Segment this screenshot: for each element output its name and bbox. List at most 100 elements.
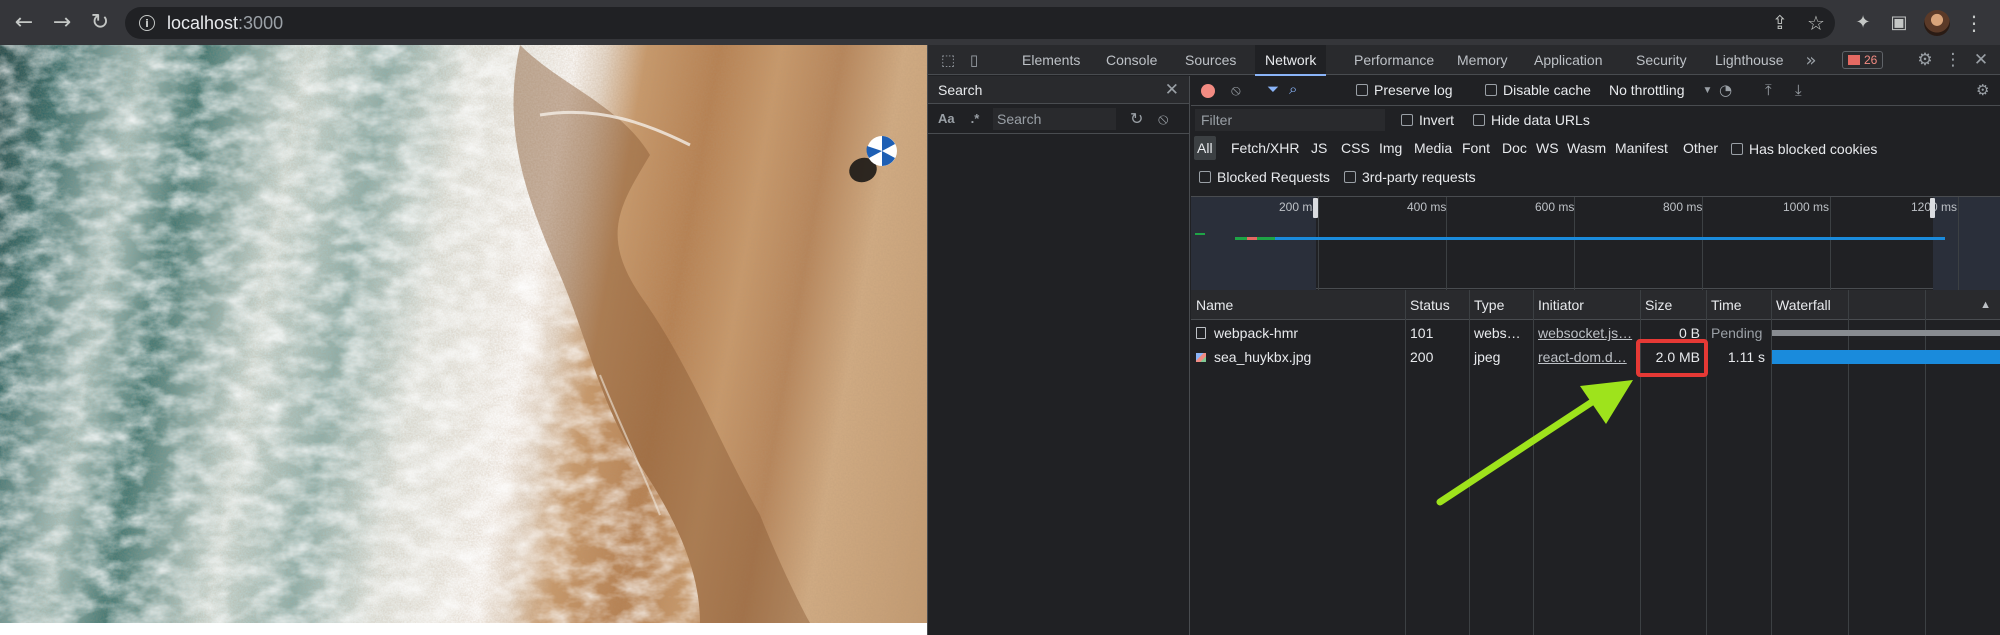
type-filter-img[interactable]: Img	[1376, 136, 1405, 160]
devtools-tabbar: ⬚ ▯ Elements Console Sources Network Per…	[928, 45, 2000, 76]
extensions-icon[interactable]: ✦	[1845, 0, 1881, 45]
type-filter-js[interactable]: JS	[1308, 136, 1330, 160]
type-filter-other[interactable]: Other	[1680, 136, 1721, 160]
request-name-cell[interactable]: sea_huykbx.jpg	[1191, 345, 1405, 369]
table-row[interactable]: sea_huykbx.jpg 200 jpeg react-dom.d… 2.0…	[1191, 345, 2000, 369]
inspect-element-icon[interactable]: ⬚	[938, 45, 958, 75]
match-case-toggle[interactable]: Aa	[938, 111, 955, 126]
hide-data-urls-checkbox[interactable]: Hide data URLs	[1473, 112, 1590, 128]
throttling-select[interactable]: No throttling ▼	[1609, 82, 1712, 98]
clear-search-icon[interactable]: ⦸	[1158, 109, 1168, 129]
customize-dots-icon[interactable]: ⋮	[1943, 45, 1963, 75]
waterfall-bar-pending	[1772, 330, 2000, 336]
has-blocked-cookies-checkbox[interactable]: Has blocked cookies	[1731, 141, 1877, 157]
blocked-requests-checkbox[interactable]: Blocked Requests	[1199, 169, 1330, 185]
type-filter-css[interactable]: CSS	[1338, 136, 1373, 160]
overview-image-bar	[1275, 237, 1945, 240]
side-panel-icon[interactable]: ▣	[1881, 0, 1917, 45]
has-blocked-cookies-box[interactable]	[1731, 143, 1743, 155]
overview-left-handle[interactable]	[1313, 198, 1318, 218]
tab-security[interactable]: Security	[1626, 45, 1697, 75]
tab-elements[interactable]: Elements	[1012, 45, 1090, 75]
tab-sources[interactable]: Sources	[1175, 45, 1246, 75]
more-tabs-icon[interactable]: »	[1801, 45, 1821, 75]
regex-toggle[interactable]: .*	[971, 111, 980, 126]
share-icon[interactable]: ⇪	[1762, 0, 1798, 45]
overview-tick: 600 ms	[1535, 200, 1575, 214]
tab-lighthouse[interactable]: Lighthouse	[1705, 45, 1794, 75]
browser-toolbar: ← → ↻ i localhost:3000 ⇪ ☆ ✦ ▣ ⋮	[0, 0, 2000, 45]
col-waterfall-header[interactable]: Waterfall ▲	[1771, 290, 2000, 320]
url-host: localhost	[167, 12, 239, 33]
device-toolbar-icon[interactable]: ▯	[964, 45, 984, 75]
preserve-log-box[interactable]	[1356, 84, 1368, 96]
network-settings-icon[interactable]: ⚙	[1976, 81, 1989, 99]
col-type-header[interactable]: Type	[1469, 290, 1533, 320]
invert-label: Invert	[1419, 112, 1455, 128]
invert-checkbox[interactable]: Invert	[1401, 112, 1454, 128]
type-filter-doc[interactable]: Doc	[1499, 136, 1530, 160]
col-status-header[interactable]: Status	[1405, 290, 1469, 320]
request-initiator-link[interactable]: websocket.js…	[1533, 321, 1640, 345]
request-name: webpack-hmr	[1214, 325, 1299, 341]
tab-memory[interactable]: Memory	[1447, 45, 1518, 75]
request-initiator-link[interactable]: react-dom.d…	[1533, 345, 1640, 369]
third-party-checkbox[interactable]: 3rd-party requests	[1344, 169, 1476, 185]
menu-dots-icon[interactable]: ⋮	[1956, 0, 1992, 45]
filter-funnel-icon[interactable]: ⏷	[1267, 80, 1279, 98]
tab-network[interactable]: Network	[1255, 45, 1327, 76]
close-search-icon[interactable]: ✕	[1165, 80, 1179, 100]
clear-icon[interactable]: ⦸	[1231, 81, 1241, 99]
table-row[interactable]: webpack-hmr 101 webs… websocket.js… 0 B …	[1191, 321, 2000, 345]
info-icon[interactable]: i	[139, 15, 155, 31]
type-filter-manifest[interactable]: Manifest	[1612, 136, 1671, 160]
search-input[interactable]	[993, 108, 1116, 130]
preserve-log-checkbox[interactable]: Preserve log	[1356, 82, 1453, 98]
third-party-label: 3rd-party requests	[1362, 169, 1476, 185]
close-devtools-icon[interactable]: ✕	[1971, 45, 1991, 75]
disable-cache-box[interactable]	[1485, 84, 1497, 96]
import-har-icon[interactable]: ⤒	[1765, 81, 1772, 99]
type-filter-wasm[interactable]: Wasm	[1564, 136, 1609, 160]
hide-data-urls-box[interactable]	[1473, 114, 1485, 126]
overview-right-handle[interactable]	[1930, 198, 1935, 218]
error-count: 26	[1864, 53, 1878, 67]
type-filter-media[interactable]: Media	[1411, 136, 1455, 160]
tab-console[interactable]: Console	[1096, 45, 1167, 75]
star-icon[interactable]: ☆	[1798, 0, 1834, 45]
disable-cache-checkbox[interactable]: Disable cache	[1485, 82, 1591, 98]
type-filter-font[interactable]: Font	[1459, 136, 1493, 160]
col-initiator-header[interactable]: Initiator	[1533, 290, 1640, 320]
back-arrow-icon[interactable]: ←	[6, 0, 42, 45]
forward-arrow-icon[interactable]: →	[44, 0, 80, 45]
filter-input[interactable]	[1195, 109, 1385, 131]
record-button[interactable]	[1201, 84, 1215, 98]
tab-performance[interactable]: Performance	[1344, 45, 1444, 75]
col-time-header[interactable]: Time	[1706, 290, 1771, 320]
address-bar[interactable]: i localhost:3000	[125, 7, 1835, 39]
export-har-icon[interactable]: ⤓	[1795, 81, 1802, 99]
network-toolbar: ⦸ ⏷ ⌕ Preserve log Disable cache No thro…	[1191, 76, 2000, 106]
annotation-arrow	[1436, 380, 1633, 506]
type-filter-fetch-xhr[interactable]: Fetch/XHR	[1228, 136, 1302, 160]
filter-row: Invert Hide data URLs	[1191, 106, 2000, 134]
error-count-badge[interactable]: 26	[1842, 51, 1884, 69]
search-magnifier-icon[interactable]: ⌕	[1289, 80, 1297, 98]
third-party-box[interactable]	[1344, 171, 1356, 183]
url-text: localhost:3000	[167, 13, 283, 34]
network-overview[interactable]: 200 ms 400 ms 600 ms 800 ms 1000 ms 1200…	[1191, 196, 2000, 290]
blocked-requests-box[interactable]	[1199, 171, 1211, 183]
refresh-search-icon[interactable]: ↻	[1130, 109, 1143, 128]
type-filter-row: All Fetch/XHR JS CSS Img Media Font Doc …	[1191, 136, 2000, 160]
col-size-header[interactable]: Size	[1640, 290, 1706, 320]
network-conditions-icon[interactable]: ◔	[1719, 81, 1732, 99]
settings-gear-icon[interactable]: ⚙	[1915, 45, 1935, 75]
tab-application[interactable]: Application	[1524, 45, 1613, 75]
request-name-cell[interactable]: webpack-hmr	[1191, 321, 1405, 345]
type-filter-all[interactable]: All	[1194, 136, 1216, 160]
col-name-header[interactable]: Name	[1191, 290, 1405, 320]
profile-avatar[interactable]	[1924, 10, 1950, 36]
invert-box[interactable]	[1401, 114, 1413, 126]
reload-icon[interactable]: ↻	[82, 0, 118, 45]
type-filter-ws[interactable]: WS	[1533, 136, 1562, 160]
